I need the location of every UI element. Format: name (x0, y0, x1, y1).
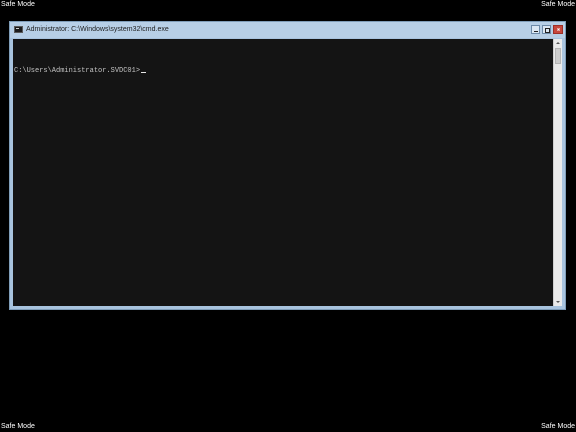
close-button[interactable] (553, 25, 563, 34)
minimize-button[interactable] (531, 25, 540, 34)
window-title: Administrator: C:\Windows\system32\cmd.e… (26, 26, 169, 33)
desktop-background: Safe Mode Safe Mode Safe Mode Safe Mode … (0, 0, 576, 432)
safe-mode-label-bottom-left: Safe Mode (1, 423, 35, 430)
cmd-window[interactable]: Administrator: C:\Windows\system32\cmd.e… (9, 21, 566, 310)
scroll-down-arrow-icon[interactable] (554, 298, 562, 306)
safe-mode-label-top-left: Safe Mode (1, 1, 35, 8)
maximize-button[interactable] (542, 25, 551, 34)
window-titlebar[interactable]: Administrator: C:\Windows\system32\cmd.e… (10, 22, 565, 38)
console-output-area[interactable]: C:\Users\Administrator.SVDC01> (13, 39, 553, 306)
command-prompt-line[interactable]: C:\Users\Administrator.SVDC01> (14, 67, 147, 76)
prompt-text: C:\Users\Administrator.SVDC01> (14, 67, 141, 75)
cmd-icon[interactable] (14, 26, 23, 33)
scrollbar-thumb[interactable] (555, 48, 561, 64)
vertical-scrollbar[interactable] (553, 39, 562, 306)
safe-mode-label-top-right: Safe Mode (541, 1, 575, 8)
safe-mode-label-bottom-right: Safe Mode (541, 423, 575, 430)
scroll-up-arrow-icon[interactable] (554, 39, 562, 47)
text-cursor (141, 72, 147, 73)
